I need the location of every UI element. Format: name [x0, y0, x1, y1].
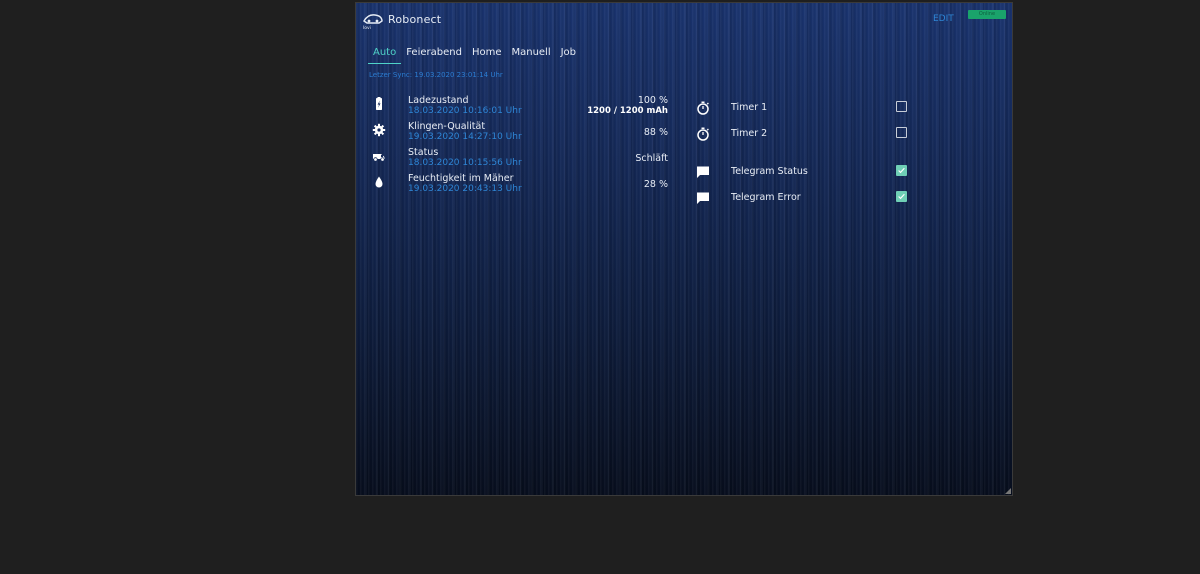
timer-2-checkbox[interactable]: [896, 127, 907, 138]
tab-feierabend[interactable]: Feierabend: [401, 45, 467, 64]
sensor-name: Feuchtigkeit im Mäher: [408, 173, 514, 184]
sensor-name: Klingen-Qualität: [408, 121, 486, 132]
toggle-label: Timer 1: [731, 102, 768, 113]
sensor-row-status: Status 18.03.2020 10:15:56 Uhr Schläft: [356, 147, 686, 173]
logo-text: lovi: [363, 25, 371, 30]
timer-1-checkbox[interactable]: [896, 101, 907, 112]
app-title: Robonect: [388, 13, 442, 26]
telegram-error-checkbox[interactable]: [896, 191, 907, 202]
edit-button[interactable]: EDIT: [933, 14, 954, 24]
sensor-capacity: 1200 / 1200 mAh: [587, 106, 668, 116]
robonect-logo-icon: lovi: [363, 14, 383, 30]
resize-handle[interactable]: [1005, 488, 1011, 494]
water-drop-icon: [375, 176, 383, 188]
chat-icon: [697, 192, 709, 204]
tab-bar: Auto Feierabend Home Manuell Job: [368, 45, 581, 64]
tab-home[interactable]: Home: [467, 45, 507, 64]
sensor-name: Status: [408, 147, 439, 158]
tab-manuell[interactable]: Manuell: [506, 45, 555, 64]
robonect-widget: lovi Robonect EDIT Online Auto Feieraben…: [355, 2, 1013, 496]
sensor-row-humidity: Feuchtigkeit im Mäher 19.03.2020 20:43:1…: [356, 173, 686, 199]
checkmark-icon: [898, 193, 905, 200]
tab-job[interactable]: Job: [556, 45, 581, 64]
toggle-row-telegram-status: Telegram Status: [694, 163, 914, 183]
status-badge: Online: [968, 10, 1006, 19]
gear-icon: [372, 123, 386, 137]
battery-icon: [376, 97, 382, 110]
sensor-row-battery: Ladezustand 18.03.2020 10:16:01 Uhr 100 …: [356, 95, 686, 121]
last-sync-text: Letzer Sync: 19.03.2020 23:01:14 Uhr: [369, 71, 503, 79]
sensor-timestamp: 18.03.2020 10:15:56 Uhr: [408, 158, 522, 168]
toggle-label: Timer 2: [731, 128, 768, 139]
toggle-label: Telegram Status: [731, 166, 808, 177]
toggle-row-timer-2: Timer 2: [694, 125, 914, 145]
sensor-row-blade: Klingen-Qualität 19.03.2020 14:27:10 Uhr…: [356, 121, 686, 147]
sensor-timestamp: 19.03.2020 14:27:10 Uhr: [408, 132, 522, 142]
sensor-value: 100 %: [637, 95, 668, 106]
toggle-row-timer-1: Timer 1: [694, 99, 914, 119]
telegram-status-checkbox[interactable]: [896, 165, 907, 176]
toggle-label: Telegram Error: [731, 192, 801, 203]
checkmark-icon: [898, 167, 905, 174]
stopwatch-icon: [697, 101, 709, 115]
toggle-row-telegram-error: Telegram Error: [694, 189, 914, 209]
mower-icon: [373, 154, 385, 162]
tab-auto[interactable]: Auto: [368, 45, 402, 64]
sensor-name: Ladezustand: [408, 95, 469, 106]
stopwatch-icon: [697, 127, 709, 141]
sensor-timestamp: 19.03.2020 20:43:13 Uhr: [408, 184, 522, 194]
sensor-value: 88 %: [643, 127, 668, 138]
sensor-timestamp: 18.03.2020 10:16:01 Uhr: [408, 106, 522, 116]
chat-icon: [697, 166, 709, 178]
sensor-value: 28 %: [643, 179, 668, 190]
sensor-value: Schläft: [635, 153, 668, 164]
